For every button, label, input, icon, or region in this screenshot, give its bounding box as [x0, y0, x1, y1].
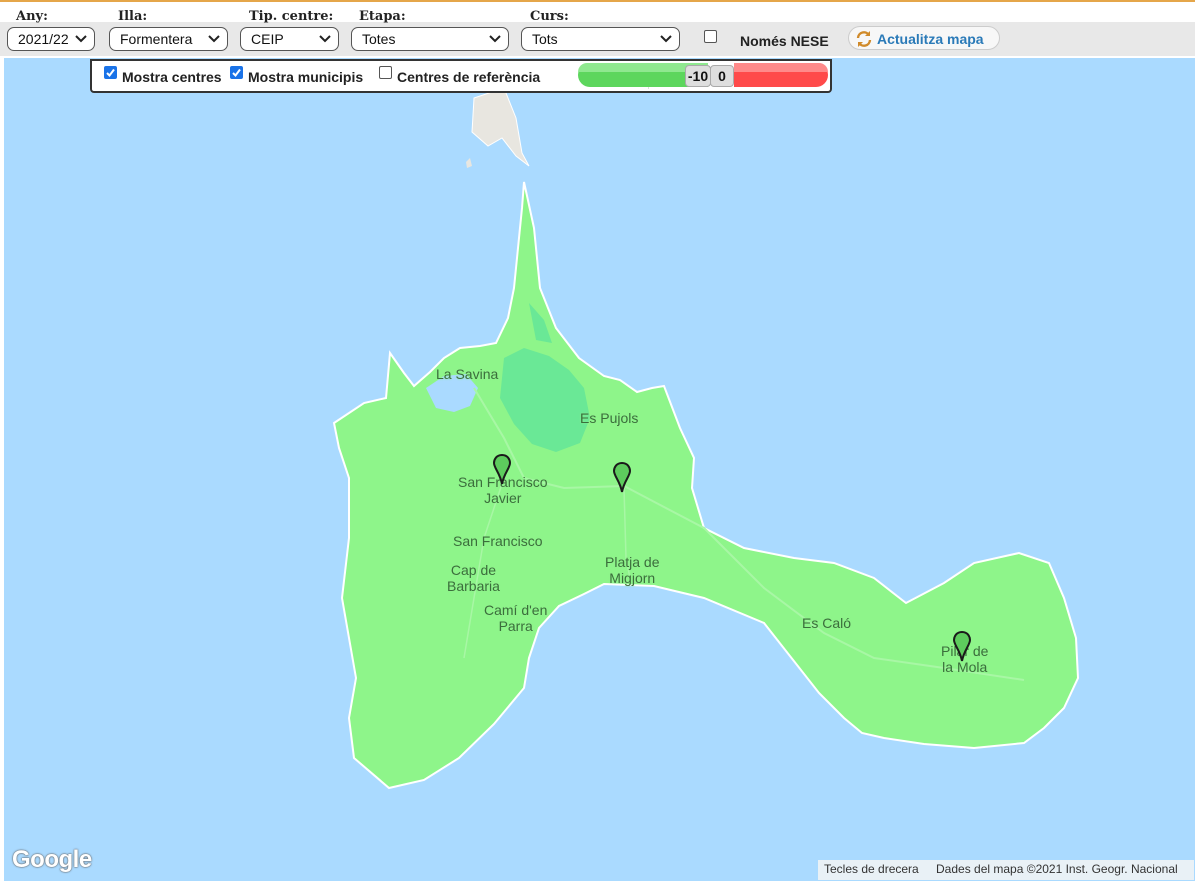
cami-parra-line2: Parra [498, 618, 533, 634]
mostra-municipis-label: Mostra municipis [248, 69, 364, 85]
cap-barbaria-label: Cap de Barbaria [447, 562, 500, 594]
map-attribution: Dades del mapa ©2021 Inst. Geogr. Nacion… [930, 860, 1194, 880]
chevron-down-icon [489, 35, 501, 43]
nese-checkbox[interactable] [704, 30, 717, 43]
cap-barbaria-line2: Barbaria [447, 578, 500, 594]
centres-referencia-checkbox[interactable] [379, 66, 392, 79]
map-land-layer [332, 87, 1080, 790]
map-canvas[interactable]: La Savina Es Pujols San Francisco Javier… [4, 58, 1195, 881]
slider-high-handle[interactable]: 0 [710, 65, 734, 87]
ibiza-land [471, 87, 530, 167]
school-marker-icon[interactable] [952, 630, 972, 664]
etapa-select-value: Totes [362, 31, 396, 47]
tipus-centre-select-value: CEIP [251, 31, 284, 47]
curs-select-value: Tots [532, 31, 558, 47]
slider-low-handle[interactable]: -10 [685, 65, 711, 87]
keyboard-shortcuts-link[interactable]: Tecles de drecera [818, 860, 930, 880]
curs-select[interactable]: Tots [521, 27, 680, 51]
tipus-centre-select[interactable]: CEIP [240, 27, 339, 51]
illa-select-value: Formentera [120, 31, 193, 47]
mostra-municipis-checkbox[interactable] [230, 66, 243, 79]
etapa-label: Etapa: [359, 9, 406, 24]
sfj-label-line2: Javier [484, 490, 522, 506]
centres-referencia-label: Centres de referència [397, 69, 541, 85]
checkmark-icon [232, 68, 241, 78]
refresh-icon [856, 31, 872, 47]
curs-label: Curs: [530, 9, 569, 24]
etapa-select[interactable]: Totes [351, 27, 509, 51]
cami-parra-label: Camí d'en Parra [484, 602, 547, 634]
any-select[interactable]: 2021/22 [7, 27, 95, 51]
formentera-municipality [332, 181, 1080, 790]
chevron-down-icon [75, 35, 87, 43]
school-marker-icon[interactable] [492, 453, 512, 487]
platja-migjorn-line2: Migjorn [609, 570, 656, 586]
any-label: Any: [16, 9, 48, 24]
google-logo: Google [12, 846, 92, 873]
chevron-down-icon [208, 35, 220, 43]
any-select-value: 2021/22 [18, 31, 69, 47]
range-slider[interactable]: -10 0 [578, 62, 828, 88]
refresh-map-button[interactable]: Actualitza mapa [848, 26, 1000, 50]
nese-label: Només NESE [740, 33, 829, 49]
la-savina-label: La Savina [436, 366, 499, 382]
es-pujols-label: Es Pujols [580, 410, 639, 426]
platja-migjorn-label: Platja de Migjorn [605, 554, 659, 586]
chevron-down-icon [319, 35, 331, 43]
slider-red-highlight [734, 63, 828, 72]
map-control-panel: Mostra centres Mostra municipis Centres … [90, 59, 832, 93]
san-francisco-label: San Francisco [453, 533, 543, 549]
mostra-centres-label: Mostra centres [122, 69, 222, 85]
school-marker-icon[interactable] [612, 461, 632, 495]
chevron-down-icon [660, 35, 672, 43]
es-calo-label: Es Caló [802, 615, 852, 631]
illa-label: Illa: [118, 9, 148, 24]
refresh-map-label: Actualitza mapa [877, 31, 984, 47]
checkmark-icon [106, 68, 115, 78]
mostra-centres-checkbox[interactable] [104, 66, 117, 79]
illa-select[interactable]: Formentera [109, 27, 228, 51]
cami-parra-line1: Camí d'en [484, 602, 548, 618]
islet [466, 158, 472, 168]
cap-barbaria-line1: Cap de [450, 562, 497, 578]
tipus-centre-label: Tip. centre: [249, 9, 334, 24]
filter-bar: Any: 2021/22 Illa: Formentera Tip. centr… [0, 0, 1195, 56]
platja-migjorn-line1: Platja de [605, 554, 660, 570]
